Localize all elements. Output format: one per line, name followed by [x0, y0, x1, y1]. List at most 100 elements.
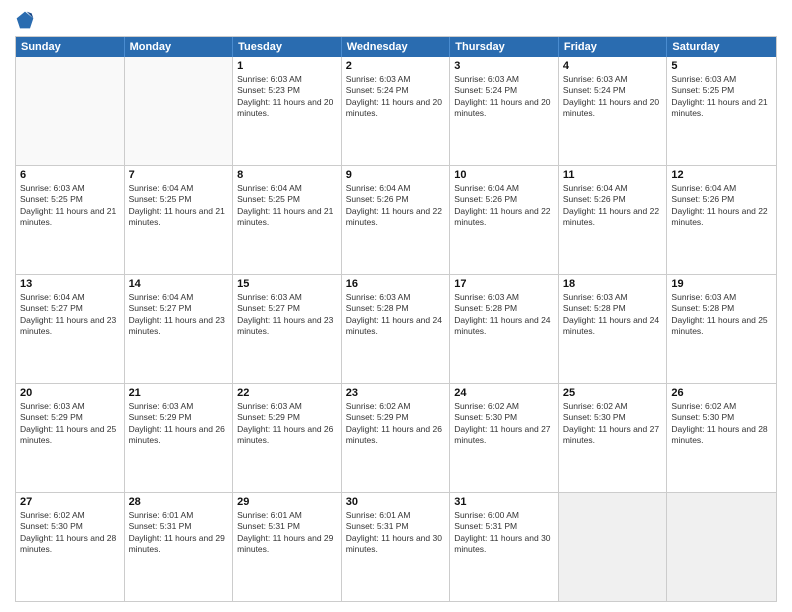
day-number: 23 [346, 387, 446, 399]
day-cell: 2 Sunrise: 6:03 AM Sunset: 5:24 PM Daylig… [342, 57, 451, 165]
day-number: 2 [346, 60, 446, 72]
day-number: 26 [671, 387, 772, 399]
day-cell: 14 Sunrise: 6:04 AM Sunset: 5:27 PM Dayli… [125, 275, 234, 383]
day-info: Sunrise: 6:03 AM Sunset: 5:28 PM Dayligh… [563, 292, 663, 338]
day-number: 15 [237, 278, 337, 290]
day-number: 12 [671, 169, 772, 181]
day-info: Sunrise: 6:04 AM Sunset: 5:26 PM Dayligh… [454, 183, 554, 229]
day-number: 1 [237, 60, 337, 72]
day-number: 9 [346, 169, 446, 181]
day-info: Sunrise: 6:03 AM Sunset: 5:24 PM Dayligh… [346, 74, 446, 120]
day-number: 31 [454, 496, 554, 508]
day-cell [667, 493, 776, 601]
day-header-saturday: Saturday [667, 37, 776, 57]
day-info: Sunrise: 6:04 AM Sunset: 5:25 PM Dayligh… [129, 183, 229, 229]
page: SundayMondayTuesdayWednesdayThursdayFrid… [0, 0, 792, 612]
day-cell: 18 Sunrise: 6:03 AM Sunset: 5:28 PM Dayli… [559, 275, 668, 383]
day-info: Sunrise: 6:04 AM Sunset: 5:26 PM Dayligh… [563, 183, 663, 229]
logo-icon [15, 10, 35, 30]
day-cell: 31 Sunrise: 6:00 AM Sunset: 5:31 PM Dayli… [450, 493, 559, 601]
day-info: Sunrise: 6:01 AM Sunset: 5:31 PM Dayligh… [346, 510, 446, 556]
day-info: Sunrise: 6:02 AM Sunset: 5:30 PM Dayligh… [20, 510, 120, 556]
day-header-monday: Monday [125, 37, 234, 57]
day-info: Sunrise: 6:03 AM Sunset: 5:27 PM Dayligh… [237, 292, 337, 338]
header [15, 10, 777, 30]
day-cell [16, 57, 125, 165]
week-row-2: 6 Sunrise: 6:03 AM Sunset: 5:25 PM Daylig… [16, 165, 776, 274]
day-cell: 9 Sunrise: 6:04 AM Sunset: 5:26 PM Daylig… [342, 166, 451, 274]
day-cell [559, 493, 668, 601]
day-cell: 26 Sunrise: 6:02 AM Sunset: 5:30 PM Dayli… [667, 384, 776, 492]
day-cell: 15 Sunrise: 6:03 AM Sunset: 5:27 PM Dayli… [233, 275, 342, 383]
day-cell: 22 Sunrise: 6:03 AM Sunset: 5:29 PM Dayli… [233, 384, 342, 492]
day-info: Sunrise: 6:04 AM Sunset: 5:26 PM Dayligh… [346, 183, 446, 229]
day-header-thursday: Thursday [450, 37, 559, 57]
day-number: 28 [129, 496, 229, 508]
day-cell: 8Sunrise: 6:04 AM Sunset: 5:25 PM Daylig… [233, 166, 342, 274]
day-cell: 19 Sunrise: 6:03 AM Sunset: 5:28 PM Dayli… [667, 275, 776, 383]
day-cell: 16Sunrise: 6:03 AM Sunset: 5:28 PM Dayli… [342, 275, 451, 383]
day-cell: 29Sunrise: 6:01 AM Sunset: 5:31 PM Dayli… [233, 493, 342, 601]
day-info: Sunrise: 6:03 AM Sunset: 5:24 PM Dayligh… [563, 74, 663, 120]
day-cell: 28 Sunrise: 6:01 AM Sunset: 5:31 PM Dayli… [125, 493, 234, 601]
day-cell: 4 Sunrise: 6:03 AM Sunset: 5:24 PM Daylig… [559, 57, 668, 165]
day-number: 14 [129, 278, 229, 290]
day-info: Sunrise: 6:01 AM Sunset: 5:31 PM Dayligh… [237, 510, 337, 556]
calendar: SundayMondayTuesdayWednesdayThursdayFrid… [15, 36, 777, 602]
day-cell: 13Sunrise: 6:04 AM Sunset: 5:27 PM Dayli… [16, 275, 125, 383]
day-cell: 1Sunrise: 6:03 AM Sunset: 5:23 PM Daylig… [233, 57, 342, 165]
day-info: Sunrise: 6:03 AM Sunset: 5:29 PM Dayligh… [237, 401, 337, 447]
day-number: 4 [563, 60, 663, 72]
day-info: Sunrise: 6:01 AM Sunset: 5:31 PM Dayligh… [129, 510, 229, 556]
day-cell [125, 57, 234, 165]
day-info: Sunrise: 6:02 AM Sunset: 5:30 PM Dayligh… [671, 401, 772, 447]
day-cell: 23 Sunrise: 6:02 AM Sunset: 5:29 PM Dayli… [342, 384, 451, 492]
day-info: Sunrise: 6:04 AM Sunset: 5:25 PM Dayligh… [237, 183, 337, 229]
week-row-3: 13 Sunrise: 6:04 AM Sunset: 5:27 PM Dayli… [16, 274, 776, 383]
day-info: Sunrise: 6:03 AM Sunset: 5:28 PM Dayligh… [454, 292, 554, 338]
day-number: 27 [20, 496, 120, 508]
calendar-body: 1Sunrise: 6:03 AM Sunset: 5:23 PM Daylig… [16, 57, 776, 601]
day-headers: SundayMondayTuesdayWednesdayThursdayFrid… [16, 37, 776, 57]
day-cell: 5 Sunrise: 6:03 AM Sunset: 5:25 PM Daylig… [667, 57, 776, 165]
day-number: 13 [20, 278, 120, 290]
week-row-5: 27 Sunrise: 6:02 AM Sunset: 5:30 PM Dayli… [16, 492, 776, 601]
day-info: Sunrise: 6:03 AM Sunset: 5:25 PM Dayligh… [20, 183, 120, 229]
day-number: 6 [20, 169, 120, 181]
logo [15, 10, 39, 30]
day-number: 17 [454, 278, 554, 290]
day-number: 19 [671, 278, 772, 290]
day-info: Sunrise: 6:04 AM Sunset: 5:27 PM Dayligh… [129, 292, 229, 338]
day-number: 18 [563, 278, 663, 290]
day-info: Sunrise: 6:00 AM Sunset: 5:31 PM Dayligh… [454, 510, 554, 556]
day-number: 25 [563, 387, 663, 399]
day-info: Sunrise: 6:03 AM Sunset: 5:25 PM Dayligh… [671, 74, 772, 120]
day-number: 30 [346, 496, 446, 508]
day-cell: 6 Sunrise: 6:03 AM Sunset: 5:25 PM Daylig… [16, 166, 125, 274]
day-number: 5 [671, 60, 772, 72]
day-info: Sunrise: 6:03 AM Sunset: 5:28 PM Dayligh… [671, 292, 772, 338]
day-number: 22 [237, 387, 337, 399]
day-info: Sunrise: 6:03 AM Sunset: 5:24 PM Dayligh… [454, 74, 554, 120]
day-cell: 25 Sunrise: 6:02 AM Sunset: 5:30 PM Dayli… [559, 384, 668, 492]
day-info: Sunrise: 6:02 AM Sunset: 5:30 PM Dayligh… [454, 401, 554, 447]
day-number: 10 [454, 169, 554, 181]
day-header-tuesday: Tuesday [233, 37, 342, 57]
day-info: Sunrise: 6:04 AM Sunset: 5:26 PM Dayligh… [671, 183, 772, 229]
day-info: Sunrise: 6:03 AM Sunset: 5:29 PM Dayligh… [20, 401, 120, 447]
day-info: Sunrise: 6:02 AM Sunset: 5:29 PM Dayligh… [346, 401, 446, 447]
day-info: Sunrise: 6:03 AM Sunset: 5:28 PM Dayligh… [346, 292, 446, 338]
day-cell: 21 Sunrise: 6:03 AM Sunset: 5:29 PM Dayli… [125, 384, 234, 492]
week-row-4: 20 Sunrise: 6:03 AM Sunset: 5:29 PM Dayli… [16, 383, 776, 492]
day-cell: 10 Sunrise: 6:04 AM Sunset: 5:26 PM Dayli… [450, 166, 559, 274]
day-cell: 7Sunrise: 6:04 AM Sunset: 5:25 PM Daylig… [125, 166, 234, 274]
week-row-1: 1Sunrise: 6:03 AM Sunset: 5:23 PM Daylig… [16, 57, 776, 165]
day-header-friday: Friday [559, 37, 668, 57]
day-number: 3 [454, 60, 554, 72]
day-info: Sunrise: 6:03 AM Sunset: 5:29 PM Dayligh… [129, 401, 229, 447]
day-number: 20 [20, 387, 120, 399]
day-number: 21 [129, 387, 229, 399]
day-number: 24 [454, 387, 554, 399]
day-info: Sunrise: 6:02 AM Sunset: 5:30 PM Dayligh… [563, 401, 663, 447]
day-number: 11 [563, 169, 663, 181]
